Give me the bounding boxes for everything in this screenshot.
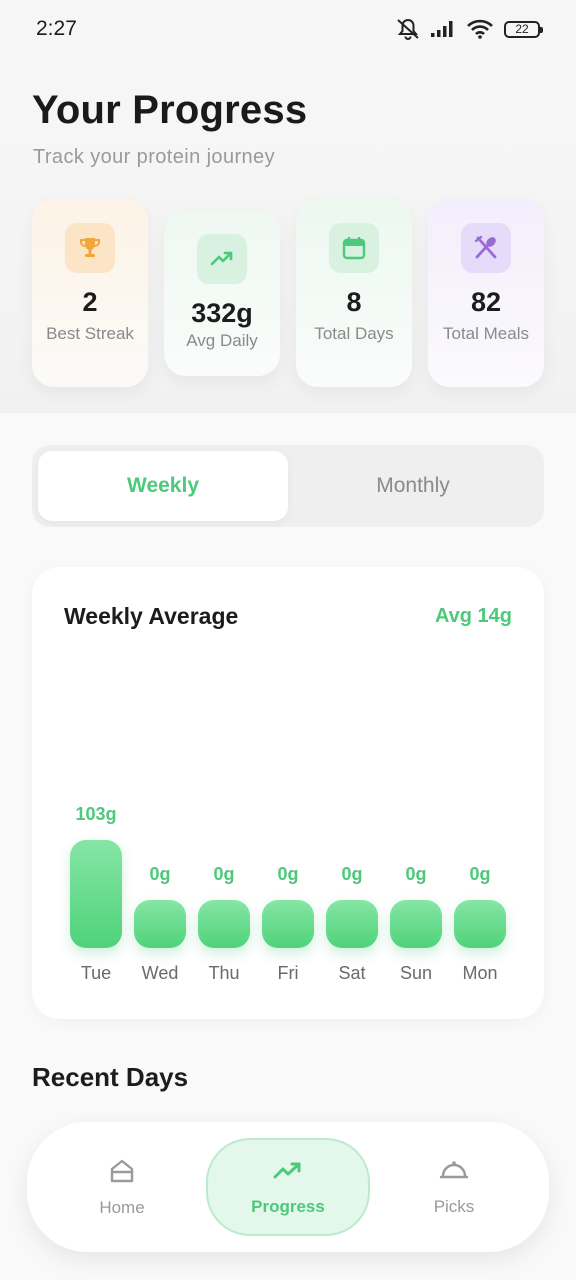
bar-value-label: 0g bbox=[149, 864, 171, 884]
status-bar: 2:27 22 bbox=[0, 0, 576, 58]
bar bbox=[198, 900, 250, 948]
nav-label: Picks bbox=[433, 1197, 475, 1216]
recent-days-title: Recent Days bbox=[32, 1062, 189, 1092]
bar-value-label: 0g bbox=[341, 864, 363, 884]
trending-up-icon bbox=[273, 1162, 301, 1179]
bar bbox=[70, 840, 122, 948]
stat-value: 82 bbox=[470, 287, 502, 317]
bar-value-label: 0g bbox=[213, 864, 235, 884]
nav-progress[interactable]: Progress bbox=[206, 1138, 370, 1236]
page-title: Your Progress bbox=[32, 88, 308, 132]
signal-icon bbox=[431, 21, 453, 37]
tab-weekly[interactable]: Weekly bbox=[38, 451, 288, 521]
bar-day-label: Mon bbox=[462, 963, 498, 983]
status-time: 2:27 bbox=[36, 17, 77, 40]
status-icons: 22 bbox=[396, 18, 543, 40]
stat-value: 332g bbox=[191, 298, 253, 328]
stat-value: 2 bbox=[82, 287, 98, 317]
bar-value-label: 0g bbox=[277, 864, 299, 884]
bar bbox=[262, 900, 314, 948]
nav-picks[interactable]: Picks bbox=[372, 1138, 536, 1236]
nav-home[interactable]: Home bbox=[40, 1138, 204, 1236]
cloche-icon bbox=[439, 1161, 469, 1179]
trending-up-icon bbox=[197, 234, 247, 284]
stat-label: Best Streak bbox=[46, 324, 134, 343]
utensils-icon bbox=[461, 223, 511, 273]
nav-label: Progress bbox=[251, 1197, 325, 1216]
nav-label: Home bbox=[99, 1198, 145, 1217]
stat-label: Avg Daily bbox=[186, 331, 258, 350]
stat-value: 8 bbox=[346, 287, 362, 317]
bar-value-label: 0g bbox=[405, 864, 427, 884]
period-toggle: Weekly Monthly bbox=[32, 445, 544, 527]
weekly-chart-card: Weekly Average Avg 14g 103g Tue 0g Wed 0g Thu… bbox=[32, 567, 544, 1019]
calendar-icon bbox=[329, 223, 379, 273]
tab-monthly[interactable]: Monthly bbox=[288, 451, 538, 521]
trophy-icon bbox=[65, 223, 115, 273]
bar bbox=[134, 900, 186, 948]
bar bbox=[390, 900, 442, 948]
wifi-icon bbox=[467, 19, 493, 39]
stat-card-avg-daily: 332g Avg Daily bbox=[164, 210, 280, 376]
bottom-nav: Home Progress Picks bbox=[27, 1122, 549, 1252]
stat-card-total-meals: 82 Total Meals bbox=[428, 199, 544, 387]
mute-bell-icon bbox=[397, 18, 419, 40]
battery-icon: 22 bbox=[504, 20, 543, 38]
bar-value-label: 103g bbox=[75, 804, 117, 824]
chart-title: Weekly Average bbox=[64, 603, 239, 629]
bar bbox=[326, 900, 378, 948]
stat-label: Total Days bbox=[314, 324, 394, 343]
page-subtitle: Track your protein journey bbox=[33, 146, 275, 168]
bar-value-label: 0g bbox=[469, 864, 491, 884]
bar bbox=[454, 900, 506, 948]
home-icon bbox=[110, 1159, 134, 1183]
stat-label: Total Meals bbox=[443, 324, 529, 343]
chart-average: Avg 14g bbox=[434, 605, 512, 627]
stat-card-total-days: 8 Total Days bbox=[296, 199, 412, 387]
stat-card-best-streak: 2 Best Streak bbox=[32, 199, 148, 387]
